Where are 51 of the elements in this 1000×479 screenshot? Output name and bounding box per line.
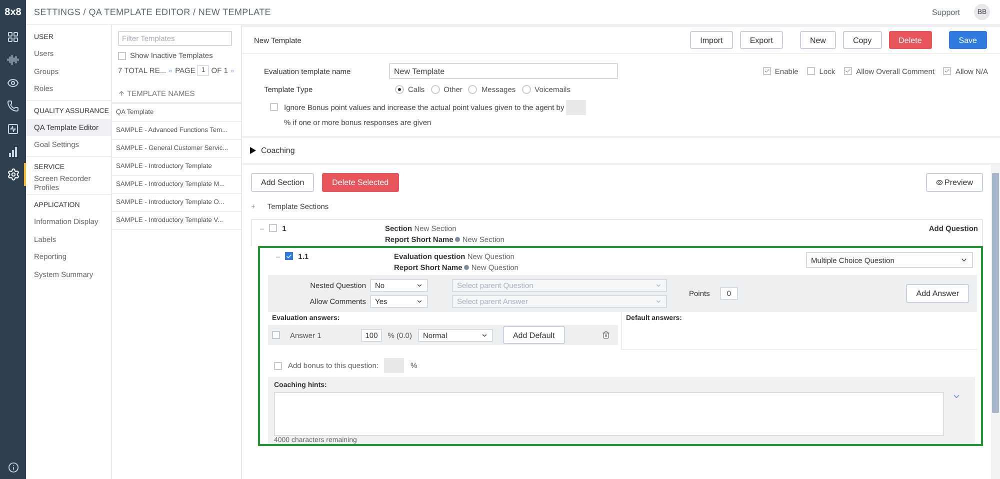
toolbar-button[interactable]: Import bbox=[690, 31, 733, 49]
caret-icon bbox=[416, 298, 423, 305]
caret-right-icon[interactable] bbox=[250, 147, 256, 154]
checkbox[interactable] bbox=[285, 252, 294, 260]
delete-icon[interactable] bbox=[602, 331, 610, 339]
checkbox[interactable] bbox=[272, 331, 280, 339]
toolbar-button[interactable]: New bbox=[800, 31, 836, 49]
checkbox[interactable] bbox=[118, 52, 126, 60]
logo: 8x8 bbox=[4, 6, 22, 20]
caret-icon bbox=[655, 298, 662, 305]
dashboard-icon[interactable] bbox=[7, 30, 19, 42]
breadcrumb: SETTINGS / QA TEMPLATE EDITOR / NEW TEMPLATE bbox=[34, 7, 272, 17]
toolbar-button[interactable]: Export bbox=[740, 31, 783, 49]
checkbox[interactable] bbox=[270, 103, 278, 111]
hints-field[interactable] bbox=[274, 392, 944, 436]
checkbox[interactable] bbox=[274, 362, 282, 370]
bar-chart-icon[interactable] bbox=[8, 146, 18, 156]
chevron-down-icon[interactable] bbox=[952, 392, 961, 401]
caret-icon bbox=[416, 282, 423, 289]
settings-icon[interactable] bbox=[6, 168, 20, 181]
radio-button[interactable] bbox=[430, 85, 440, 94]
eye-icon bbox=[936, 179, 943, 186]
section-button[interactable]: Delete Selected bbox=[322, 173, 399, 192]
checkbox[interactable] bbox=[807, 67, 816, 75]
name-field[interactable]: New Template bbox=[389, 63, 618, 79]
toolbar-button[interactable]: Delete bbox=[888, 31, 932, 49]
radio-button[interactable] bbox=[522, 85, 531, 94]
scrollbar-thumb[interactable] bbox=[992, 173, 999, 413]
phone-icon[interactable] bbox=[7, 100, 19, 112]
eye-icon[interactable] bbox=[7, 76, 19, 88]
checkbox[interactable] bbox=[762, 67, 771, 75]
audio-icon[interactable] bbox=[7, 54, 19, 66]
section-button[interactable]: Add Section bbox=[251, 173, 314, 192]
checkbox[interactable] bbox=[844, 67, 852, 75]
preview-button[interactable]: Preview bbox=[926, 173, 983, 192]
add-answer-button[interactable]: Add Answer bbox=[906, 284, 969, 303]
activity-icon[interactable] bbox=[7, 122, 19, 134]
caret-icon bbox=[480, 332, 488, 338]
sort-icon[interactable] bbox=[118, 90, 125, 97]
radio-button[interactable] bbox=[468, 85, 478, 94]
caret-icon bbox=[960, 256, 968, 264]
checkbox[interactable] bbox=[943, 67, 952, 75]
coaching-toggle[interactable]: Coaching bbox=[261, 146, 295, 155]
info-icon[interactable] bbox=[8, 462, 18, 473]
checkbox[interactable] bbox=[269, 224, 278, 232]
toolbar-button[interactable]: Copy bbox=[842, 31, 882, 49]
support-link[interactable]: Support bbox=[932, 8, 960, 16]
radio-button[interactable] bbox=[395, 85, 404, 94]
caret-icon bbox=[655, 282, 662, 289]
add-default-button[interactable]: Add Default bbox=[502, 326, 565, 344]
toolbar-button[interactable]: Save bbox=[948, 31, 987, 49]
